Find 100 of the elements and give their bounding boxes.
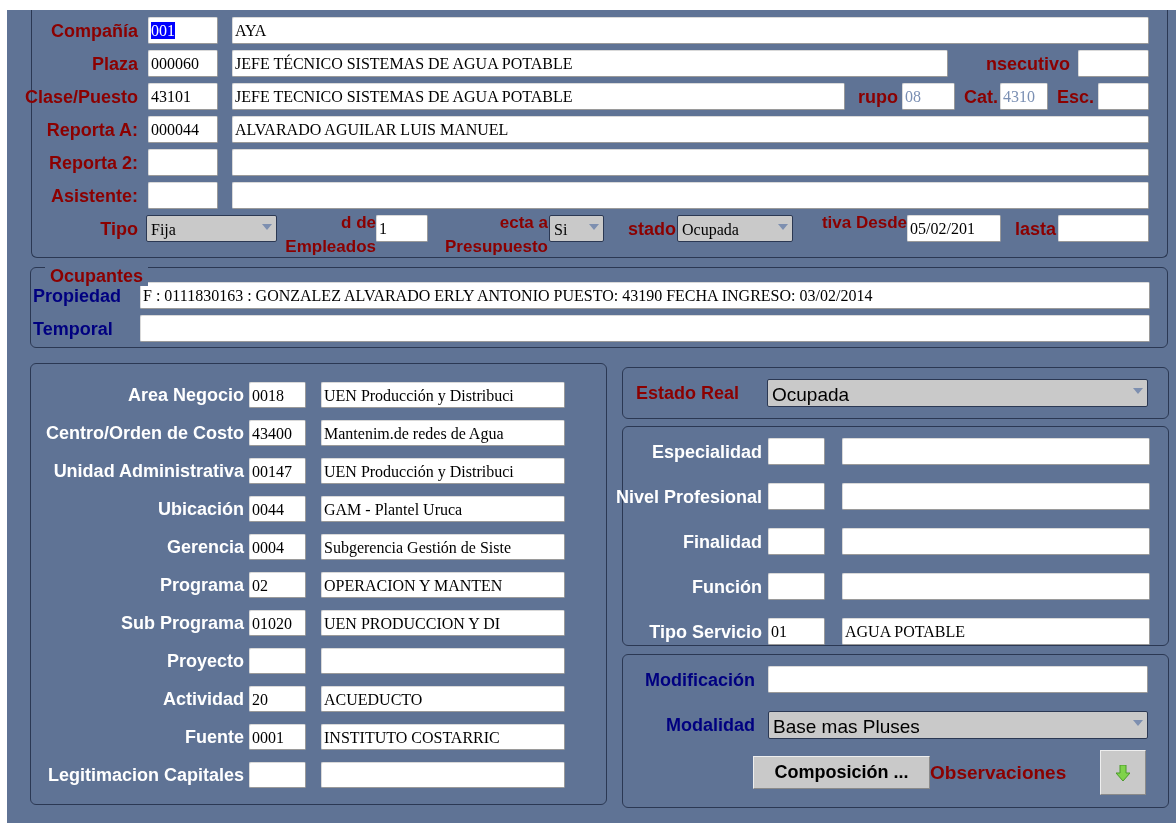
field-label: nsecutivo (984, 53, 1070, 74)
text-field[interactable]: ALVARADO AGUILAR LUIS MANUEL (232, 116, 1149, 143)
text-field[interactable] (842, 438, 1150, 465)
text-field[interactable]: OPERACION Y MANTEN (321, 572, 565, 598)
text-field[interactable] (321, 762, 565, 788)
dropdown[interactable]: Ocupada (767, 378, 1148, 407)
field-label: Cat. (963, 86, 998, 107)
text-field[interactable] (768, 666, 1148, 693)
field-label: Ubicación (156, 499, 244, 519)
field-label: Fuente (184, 727, 244, 747)
text-field[interactable]: Subgerencia Gestión de Siste (321, 534, 565, 560)
field-label: ecta a Presupuesto (444, 212, 548, 258)
text-field[interactable]: ACUEDUCTO (321, 686, 565, 712)
field-label: Sub Programa (119, 613, 244, 633)
field-label: Clase/Puesto (23, 86, 138, 107)
text-field[interactable]: JEFE TÉCNICO SISTEMAS DE AGUA POTABLE (232, 50, 948, 77)
text-field[interactable]: 000044 (148, 116, 218, 143)
field-label: Programa (158, 575, 244, 595)
text-field[interactable] (1058, 215, 1149, 242)
text-field[interactable]: 43400 (249, 420, 306, 446)
text-field[interactable]: 02 (249, 572, 306, 598)
text-field[interactable]: UEN PRODUCCION Y DI (321, 610, 565, 636)
text-field[interactable]: Mantenim.de redes de Agua (321, 420, 565, 446)
text-field[interactable] (768, 438, 825, 465)
text-field[interactable] (842, 573, 1150, 600)
field-label: Propiedad (33, 285, 121, 306)
text-field[interactable] (249, 762, 306, 788)
text-field[interactable] (148, 182, 218, 209)
text-field[interactable]: AYA (232, 17, 1149, 44)
dropdown[interactable]: Ocupada (677, 215, 793, 242)
text-field[interactable]: AGUA POTABLE (842, 618, 1150, 645)
text-field[interactable]: 00147 (249, 458, 306, 484)
field-label: Compañía (50, 20, 138, 41)
text-field[interactable] (768, 528, 825, 555)
field-label: rupo (857, 86, 898, 107)
text-field[interactable] (249, 648, 306, 674)
text-field[interactable]: 0004 (249, 534, 306, 560)
text-field[interactable]: INSTITUTO COSTARRIC (321, 724, 565, 750)
text-field[interactable] (768, 573, 825, 600)
caret-icon (1133, 387, 1143, 394)
text-field[interactable] (321, 648, 565, 674)
text-field[interactable]: 01020 (249, 610, 306, 636)
caret-icon (589, 224, 599, 230)
field-label: Tipo Servicio (648, 621, 762, 642)
text-field[interactable]: F : 0111830163 : GONZALEZ ALVARADO ERLY ANTONIO PUESTO: 43190 FECHA INGRESO: 03/02/2014 (140, 282, 1150, 309)
text-field[interactable]: JEFE TECNICO SISTEMAS DE AGUA POTABLE (232, 83, 845, 110)
field-label: Proyecto (165, 651, 244, 671)
text-field[interactable]: 0001 (249, 724, 306, 750)
field-label: Asistente: (49, 185, 138, 206)
text-field[interactable] (232, 149, 1149, 176)
caret-icon (1133, 720, 1143, 726)
text-field[interactable] (140, 315, 1150, 342)
text-field[interactable]: 01 (768, 618, 825, 645)
field-label: Esc. (1055, 86, 1094, 107)
text-field[interactable] (148, 149, 218, 176)
field-label: Gerencia (165, 537, 244, 557)
text-field[interactable]: 43101 (148, 83, 218, 110)
field-label: Plaza (90, 53, 138, 74)
text-field[interactable] (232, 182, 1149, 209)
text-field[interactable]: 05/02/201 (907, 215, 1001, 242)
field-label: Nivel Profesional (614, 486, 762, 507)
field-label: Unidad Administrativa (52, 461, 244, 481)
text-field[interactable]: 000060 (148, 50, 218, 77)
caret-icon (778, 224, 788, 230)
field-label: Centro/Orden de Costo (45, 423, 244, 443)
field-label: Estado Real (636, 382, 741, 403)
text-field[interactable] (842, 528, 1150, 555)
field-label: Area Negocio (126, 385, 244, 405)
field-label: Finalidad (682, 531, 762, 552)
text-field[interactable]: 20 (249, 686, 306, 712)
field-label: lasta (1013, 218, 1056, 239)
dropdown[interactable]: Fija (146, 215, 277, 242)
field-label: Legitimacion Capitales (46, 765, 244, 785)
field-label: Tipo (99, 218, 138, 239)
field-label: d de Empleados (284, 212, 376, 258)
field-label: Actividad (161, 689, 244, 709)
field-label: tiva Desde (820, 212, 907, 234)
text-field[interactable]: 0018 (249, 382, 306, 408)
dropdown[interactable]: Base mas Pluses (768, 711, 1148, 739)
field-label: Modalidad (665, 715, 755, 735)
text-field[interactable]: GAM - Plantel Uruca (321, 496, 565, 522)
composition-button[interactable]: Composición ... (753, 756, 930, 789)
field-label: Reporta A: (45, 119, 138, 140)
field-label: Observaciones (930, 762, 1068, 783)
text-field[interactable]: 0044 (249, 496, 306, 522)
text-field[interactable] (1078, 50, 1149, 77)
text-field[interactable]: UEN Producción y Distribuci (321, 382, 565, 408)
dropdown[interactable]: Si (549, 215, 604, 242)
text-field[interactable] (1098, 83, 1149, 110)
text-field[interactable] (768, 483, 825, 510)
caret-icon (262, 224, 272, 230)
field-label: Temporal (33, 318, 114, 339)
field-label: Especialidad (650, 441, 762, 462)
text-field[interactable]: UEN Producción y Distribuci (321, 458, 565, 484)
down-arrow-icon (1116, 764, 1130, 781)
text-field[interactable]: 001 (148, 17, 218, 44)
text-field[interactable] (842, 483, 1150, 510)
text-field[interactable]: 1 (376, 215, 428, 242)
down-arrow-button[interactable] (1100, 750, 1146, 795)
field-label: Reporta 2: (48, 152, 138, 173)
